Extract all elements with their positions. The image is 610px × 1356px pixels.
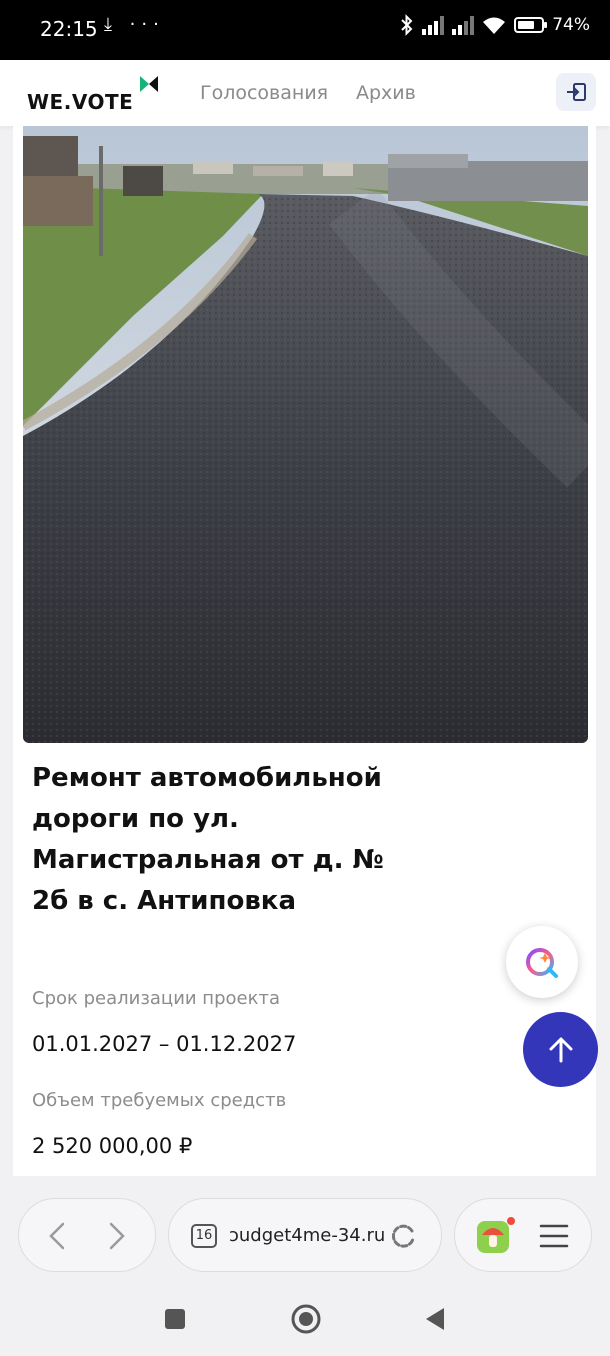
recent-apps-icon[interactable]	[164, 1308, 186, 1330]
scroll-top-button[interactable]	[523, 1012, 598, 1087]
bluetooth-icon	[401, 14, 413, 36]
assistant-button[interactable]	[506, 926, 578, 998]
tab-count[interactable]: 16	[191, 1224, 217, 1248]
mushroom-icon[interactable]	[475, 1217, 515, 1255]
login-icon	[567, 83, 586, 101]
assistant-icon	[526, 948, 558, 978]
nav-archive[interactable]: Архив	[356, 82, 416, 104]
battery-icon	[514, 17, 548, 33]
signal-icon	[422, 15, 445, 35]
arrow-up-icon	[549, 1037, 572, 1062]
hamburger-icon[interactable]	[539, 1223, 569, 1249]
reload-icon[interactable]	[390, 1222, 418, 1250]
extras-group	[454, 1198, 592, 1272]
project-title: Ремонт автомобильной дороги по ул. Магис…	[32, 763, 384, 916]
logo-mark-icon	[140, 76, 158, 92]
battery-percent: 74%	[552, 15, 590, 35]
funds-label: Объем требуемых средств	[32, 1090, 287, 1111]
status-bar: 22:15 ⤓ ··· 74%	[0, 0, 610, 60]
nav-votings[interactable]: Голосования	[200, 82, 328, 104]
term-label: Срок реализации проекта	[32, 988, 280, 1009]
nav-arrows-group	[18, 1198, 156, 1272]
back-icon[interactable]	[424, 1307, 446, 1331]
logo[interactable]: WE.VOTE	[27, 90, 133, 114]
home-icon[interactable]	[290, 1303, 322, 1335]
project-card: Ремонт автомобильной дороги по ул. Магис…	[13, 126, 596, 1176]
term-value: 01.01.2027 – 01.12.2027	[32, 1032, 297, 1056]
chevron-right-icon[interactable]	[105, 1221, 129, 1251]
browser-toolbar: 16 ɔudget4me-34.ru	[0, 1186, 610, 1286]
login-button[interactable]	[556, 73, 596, 111]
system-navigation	[0, 1286, 610, 1356]
signal-icon-2	[452, 15, 475, 35]
notification-icons: ⤓ ···	[104, 14, 165, 35]
project-photo	[23, 126, 588, 743]
funds-value: 2 520 000,00 ₽	[32, 1134, 193, 1158]
wifi-icon	[483, 17, 506, 34]
chevron-left-icon[interactable]	[45, 1221, 69, 1251]
site-header: WE.VOTE Голосования Архив	[0, 60, 610, 126]
url-text[interactable]: ɔudget4me-34.ru	[229, 1225, 385, 1246]
address-bar[interactable]: 16 ɔudget4me-34.ru	[168, 1198, 442, 1272]
clock: 22:15	[40, 17, 98, 41]
